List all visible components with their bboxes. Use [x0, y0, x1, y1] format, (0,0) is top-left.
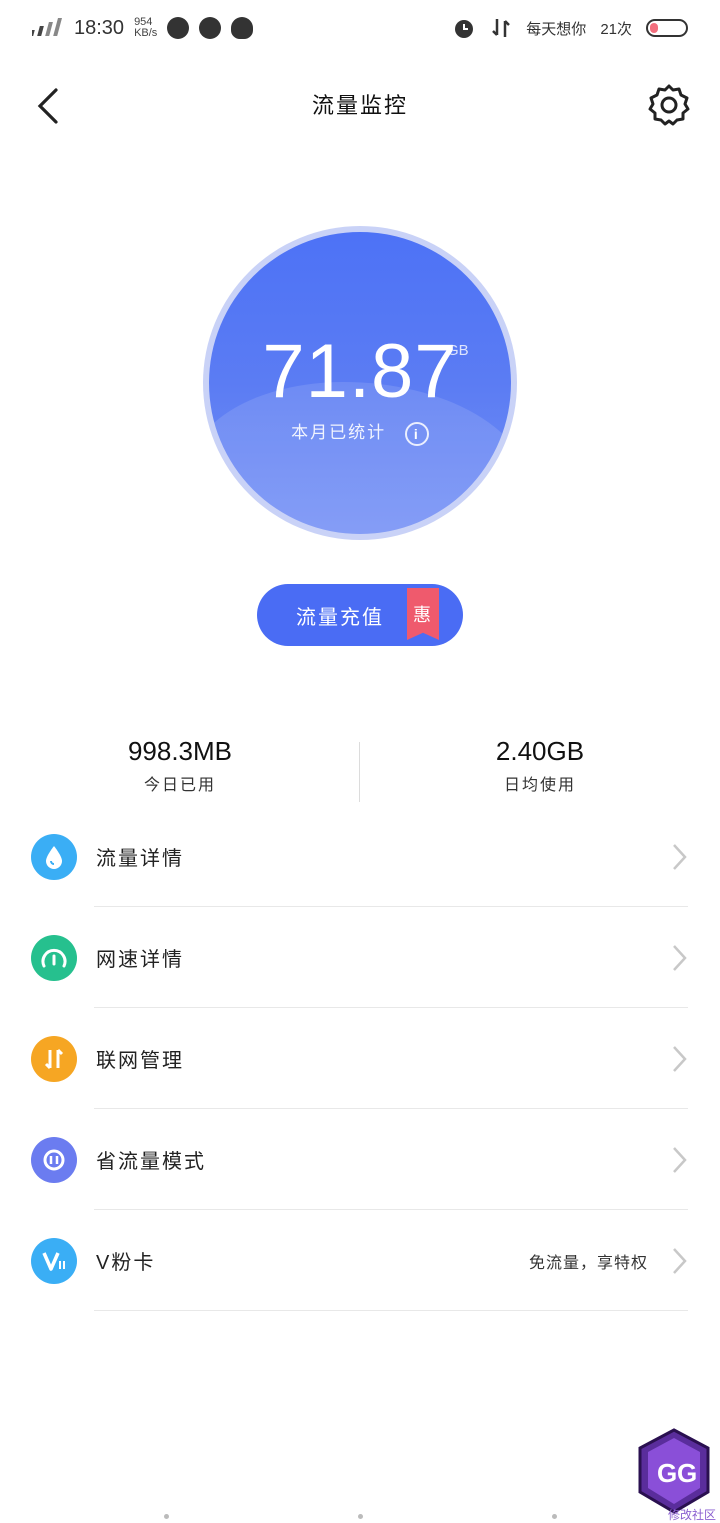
menu-list: 流量详情 网速详情 联网管理 省流量模式 V粉卡 免流量，享特权 [0, 806, 720, 1311]
status-bar: 18:30 954 KB/s 每天想你 21次 [0, 0, 720, 56]
today-usage: 998.3MB 今日已用 [0, 736, 360, 802]
browser-icon [167, 17, 190, 39]
today-usage-label: 今日已用 [143, 777, 216, 794]
speedometer-icon [31, 934, 77, 981]
nav-dot [164, 1514, 169, 1519]
save-data-icon [31, 1136, 77, 1183]
signal-icon [32, 18, 62, 36]
daily-average-label: 日均使用 [503, 777, 576, 794]
monthly-usage-caption: 本月已统计 i [209, 418, 511, 446]
water-drop-icon [31, 833, 77, 880]
daily-average-value: 2.40GB [495, 736, 585, 766]
watermark-caption: 修改社区 [668, 1508, 717, 1522]
menu-label: 联网管理 [96, 1050, 184, 1072]
chevron-right-icon [673, 1045, 687, 1072]
gameguardian-logo-icon: G G [638, 1428, 710, 1514]
svg-text:G: G [677, 1458, 697, 1488]
nav-dot [358, 1514, 363, 1519]
qq-icon [231, 17, 254, 39]
daily-average-usage: 2.40GB 日均使用 [360, 736, 720, 802]
today-usage-value: 998.3MB [127, 736, 233, 766]
info-icon[interactable]: i [404, 421, 429, 446]
stats-divider [359, 742, 360, 802]
menu-item-traffic-details[interactable]: 流量详情 [0, 806, 720, 907]
reminder-count: 21次 [600, 20, 632, 38]
gear-icon[interactable] [646, 82, 692, 128]
vfan-card-icon [31, 1237, 77, 1284]
recharge-button[interactable]: 流量充值 惠 [257, 584, 463, 646]
menu-item-vfan-card[interactable]: V粉卡 免流量，享特权 [0, 1210, 720, 1311]
usage-gauge: 71.87 GB 本月已统计 i [203, 226, 517, 540]
data-transfer-icon [492, 19, 511, 37]
gauge-fill: 71.87 GB 本月已统计 i [209, 232, 511, 534]
menu-label: V粉卡 [96, 1252, 156, 1274]
menu-label: 流量详情 [96, 848, 184, 870]
chevron-right-icon [673, 843, 687, 870]
chevron-right-icon [673, 1146, 687, 1173]
nav-dot [552, 1514, 557, 1519]
net-speed: 954 KB/s [134, 17, 157, 39]
page-title: 流量监控 [311, 93, 408, 118]
leaf-icon [199, 17, 222, 39]
menu-label: 网速详情 [96, 949, 184, 971]
monthly-usage-unit: GB [447, 342, 469, 359]
discount-badge: 惠 [407, 588, 439, 640]
status-time: 18:30 [74, 16, 125, 39]
menu-item-network-speed[interactable]: 网速详情 [0, 907, 720, 1008]
alarm-icon [455, 20, 474, 38]
svg-text:G: G [657, 1458, 677, 1488]
menu-item-network-management[interactable]: 联网管理 [0, 1008, 720, 1109]
menu-divider [94, 1310, 688, 1311]
chevron-right-icon [673, 944, 687, 971]
chevron-right-icon [673, 1247, 687, 1274]
menu-label: 省流量模式 [96, 1151, 206, 1173]
menu-item-data-saver[interactable]: 省流量模式 [0, 1109, 720, 1210]
monthly-usage-label: 本月已统计 [291, 423, 387, 442]
net-speed-unit: KB/s [134, 27, 158, 39]
recharge-label: 流量充值 [296, 606, 384, 629]
vfan-card-promo: 免流量，享特权 [528, 1254, 648, 1272]
up-down-arrows-icon [31, 1035, 77, 1082]
reminder-text: 每天想你 [526, 20, 587, 38]
header: 流量监控 [0, 70, 720, 140]
battery-icon [646, 19, 688, 37]
usage-stats: 998.3MB 今日已用 2.40GB 日均使用 [0, 736, 720, 802]
